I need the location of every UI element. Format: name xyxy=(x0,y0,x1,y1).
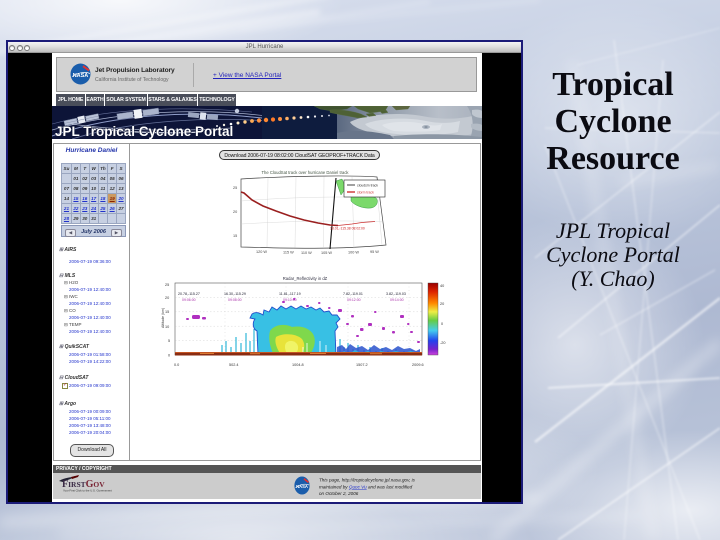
svg-text:1507.2: 1507.2 xyxy=(356,363,368,367)
svg-text:0: 0 xyxy=(441,322,443,326)
svg-text:25: 25 xyxy=(165,283,169,287)
svg-text:Your First Click to the U.S. G: Your First Click to the U.S. Government xyxy=(63,489,112,493)
svg-text:JPL Tropical Cyclone Portal: JPL Tropical Cyclone Portal xyxy=(55,124,233,139)
svg-text:25: 25 xyxy=(233,186,237,190)
svg-text:110 W: 110 W xyxy=(301,251,312,255)
svg-text:cloudsm track: cloudsm track xyxy=(357,184,378,188)
svg-text:3.82,-119.03: 3.82,-119.03 xyxy=(386,292,406,296)
svg-text:105 W: 105 W xyxy=(321,251,332,255)
svg-text:Altitude (km): Altitude (km) xyxy=(161,308,165,328)
svg-text:95 W: 95 W xyxy=(370,250,379,254)
svg-text:0: 0 xyxy=(168,354,170,358)
svg-text:NASA: NASA xyxy=(73,73,89,79)
svg-text:09:08:00: 09:08:00 xyxy=(228,298,242,302)
svg-text:09:12:00: 09:12:00 xyxy=(347,298,361,302)
svg-text:7.82,-119.01: 7.82,-119.01 xyxy=(343,292,363,296)
svg-text:20: 20 xyxy=(165,296,169,300)
svg-text:502.4: 502.4 xyxy=(229,363,239,367)
svg-text:15: 15 xyxy=(165,310,169,314)
svg-text:15: 15 xyxy=(233,234,237,238)
svg-text:20: 20 xyxy=(440,302,444,306)
svg-text:0.0: 0.0 xyxy=(174,363,179,367)
svg-text:20.78,-115.27: 20.78,-115.27 xyxy=(178,292,200,296)
svg-text:120 W: 120 W xyxy=(256,250,267,254)
svg-text:20: 20 xyxy=(233,210,237,214)
svg-text:The CloudSat track over hurric: The CloudSat track over hurricane Daniel… xyxy=(261,170,349,175)
svg-text:NASA: NASA xyxy=(296,484,308,489)
svg-text:115 W: 115 W xyxy=(283,251,294,255)
svg-text:storm track: storm track xyxy=(357,191,374,195)
svg-text:40: 40 xyxy=(440,284,444,288)
svg-text:11.81,-117.19: 11.81,-117.19 xyxy=(279,292,301,296)
svg-text:2009.6: 2009.6 xyxy=(412,363,424,367)
svg-text:16.30,-115.29: 16.30,-115.29 xyxy=(224,292,246,296)
svg-text:18.01,-115.38 08:02:00: 18.01,-115.38 08:02:00 xyxy=(330,227,365,231)
svg-text:Radar_Reflectivity in dZ: Radar_Reflectivity in dZ xyxy=(283,276,328,281)
svg-text:10: 10 xyxy=(165,325,169,329)
svg-text:-20: -20 xyxy=(440,341,446,345)
svg-text:100 W: 100 W xyxy=(348,251,359,255)
svg-text:5: 5 xyxy=(168,339,170,343)
svg-text:09:06:00: 09:06:00 xyxy=(182,298,196,302)
svg-text:1004.8: 1004.8 xyxy=(292,363,304,367)
svg-text:09:14:00: 09:14:00 xyxy=(390,298,404,302)
